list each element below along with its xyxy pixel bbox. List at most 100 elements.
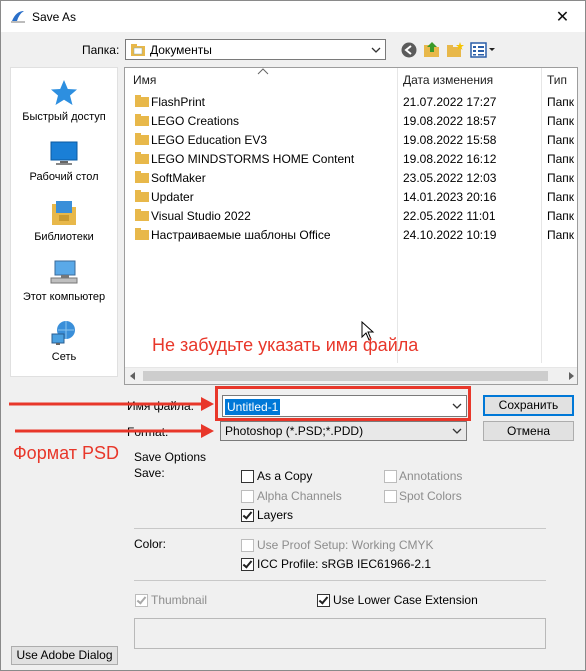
folder-icon — [135, 171, 149, 183]
file-type: Папк — [547, 209, 575, 223]
file-row[interactable]: FlashPrint 21.07.2022 17:27 Папк — [125, 92, 577, 111]
place-libraries[interactable]: Библиотеки — [11, 198, 117, 243]
file-name: LEGO MINDSTORMS HOME Content — [151, 152, 355, 166]
format-select[interactable]: Photoshop (*.PSD;*.PDD) — [220, 421, 467, 441]
separator — [134, 528, 546, 529]
network-icon — [51, 321, 75, 345]
file-name: Visual Studio 2022 — [151, 209, 251, 223]
documents-folder-icon — [131, 44, 145, 56]
close-button[interactable]: ✕ — [540, 1, 585, 32]
place-this-pc[interactable]: Этот компьютер — [11, 258, 117, 303]
as-a-copy-checkbox[interactable] — [241, 470, 254, 483]
save-as-dialog: Save As ✕ Папка: Документы Быстрый досту… — [0, 0, 586, 671]
close-icon: ✕ — [555, 8, 570, 26]
annotations-checkbox — [384, 470, 397, 483]
annotations-label: Annotations — [399, 469, 463, 483]
color-label: Color: — [134, 537, 167, 551]
file-name: Настраиваемые шаблоны Office — [151, 228, 331, 242]
file-name: SoftMaker — [151, 171, 206, 185]
places-sidebar: Быстрый доступ Рабочий стол Библиотеки Э… — [10, 67, 118, 377]
computer-icon — [50, 260, 78, 284]
lower-case-extension-checkbox[interactable] — [317, 594, 330, 607]
icc-profile-checkbox[interactable] — [241, 558, 254, 571]
use-proof-setup-label: Use Proof Setup: Working CMYK — [257, 538, 434, 552]
file-date: 14.01.2023 20:16 — [403, 190, 497, 204]
thumbnail-label: Thumbnail — [151, 593, 208, 607]
icc-profile-label[interactable]: ICC Profile: sRGB IEC61966-2.1 — [257, 557, 431, 571]
scroll-right-icon[interactable] — [569, 372, 574, 380]
scroll-left-icon[interactable] — [130, 372, 135, 380]
column-type-header[interactable]: Тип — [547, 68, 567, 91]
folder-icon — [135, 190, 149, 202]
new-folder-icon[interactable] — [446, 41, 464, 59]
alpha-channels-label: Alpha Channels — [257, 489, 342, 503]
place-label: Рабочий стол — [29, 171, 99, 183]
folder-icon — [135, 133, 149, 145]
file-date: 19.08.2022 16:12 — [403, 152, 497, 166]
file-type: Папк — [547, 228, 575, 242]
file-name: LEGO Creations — [151, 114, 240, 128]
thumbnail-checkbox — [135, 594, 148, 607]
layers-checkbox[interactable] — [241, 509, 254, 522]
use-proof-setup-checkbox — [241, 539, 254, 552]
file-date: 22.05.2022 11:01 — [403, 209, 496, 223]
back-icon[interactable] — [400, 41, 418, 59]
folder-icon — [135, 152, 149, 164]
file-row[interactable]: Updater 14.01.2023 20:16 Папк — [125, 187, 577, 206]
spot-colors-checkbox — [384, 490, 397, 503]
format-value: Photoshop (*.PSD;*.PDD) — [225, 424, 364, 438]
lower-case-extension-label[interactable]: Use Lower Case Extension — [333, 593, 478, 607]
scroll-thumb[interactable] — [143, 371, 548, 381]
highlight-box — [215, 386, 471, 421]
file-row[interactable]: Visual Studio 2022 22.05.2022 11:01 Папк — [125, 206, 577, 225]
view-menu-icon[interactable] — [470, 41, 496, 59]
cancel-button[interactable]: Отмена — [483, 421, 574, 441]
place-desktop[interactable]: Рабочий стол — [11, 138, 117, 183]
up-folder-icon[interactable] — [423, 41, 441, 59]
desktop-icon — [50, 141, 78, 165]
save-button[interactable]: Сохранить — [483, 395, 574, 416]
location-combo[interactable]: Документы — [125, 39, 386, 60]
folder-icon — [135, 114, 149, 126]
file-name: FlashPrint — [151, 95, 206, 109]
file-row[interactable]: LEGO MINDSTORMS HOME Content 19.08.2022 1… — [125, 149, 577, 168]
folder-icon — [135, 95, 149, 107]
annotation-format: Формат PSD — [13, 443, 119, 463]
layers-label[interactable]: Layers — [257, 508, 293, 522]
file-row[interactable]: LEGO Creations 19.08.2022 18:57 Папк — [125, 111, 577, 130]
location-value: Документы — [150, 43, 212, 57]
file-name: LEGO Education EV3 — [151, 133, 268, 147]
save-options-title: Save Options — [134, 450, 207, 464]
sort-ascending-icon — [257, 68, 269, 75]
place-label: Сеть — [51, 351, 77, 363]
chevron-down-icon — [371, 47, 381, 53]
annotation-arrows — [9, 397, 214, 438]
spot-colors-label: Spot Colors — [399, 489, 462, 503]
place-quick-access[interactable]: Быстрый доступ — [11, 78, 117, 123]
file-date: 19.08.2022 18:57 — [403, 114, 497, 128]
place-label: Библиотеки — [34, 231, 94, 243]
place-label: Быстрый доступ — [22, 111, 106, 123]
file-type: Папк — [547, 190, 575, 204]
file-row[interactable]: SoftMaker 23.05.2022 12:03 Папк — [125, 168, 577, 187]
as-a-copy-label[interactable]: As a Copy — [257, 469, 312, 483]
use-adobe-dialog-button[interactable]: Use Adobe Dialog — [11, 646, 118, 665]
place-label: Этот компьютер — [22, 291, 106, 303]
file-type: Папк — [547, 171, 575, 185]
column-date-header[interactable]: Дата изменения — [403, 68, 493, 91]
file-type: Папк — [547, 152, 575, 166]
star-icon — [51, 80, 77, 105]
place-network[interactable]: Сеть — [11, 318, 117, 363]
file-date: 19.08.2022 15:58 — [403, 133, 497, 147]
file-row[interactable]: LEGO Education EV3 19.08.2022 15:58 Папк — [125, 130, 577, 149]
alpha-channels-checkbox — [241, 490, 254, 503]
title-bar: Save As ✕ — [1, 1, 585, 32]
column-name-header[interactable]: Имя — [133, 68, 156, 91]
file-name: Updater — [151, 190, 194, 204]
file-row[interactable]: Настраиваемые шаблоны Office 24.10.2022 1… — [125, 225, 577, 244]
file-type: Папк — [547, 95, 575, 109]
file-type: Папк — [547, 114, 575, 128]
horizontal-scrollbar[interactable] — [125, 367, 577, 384]
chevron-down-icon — [452, 428, 462, 434]
file-date: 23.05.2022 12:03 — [403, 171, 497, 185]
